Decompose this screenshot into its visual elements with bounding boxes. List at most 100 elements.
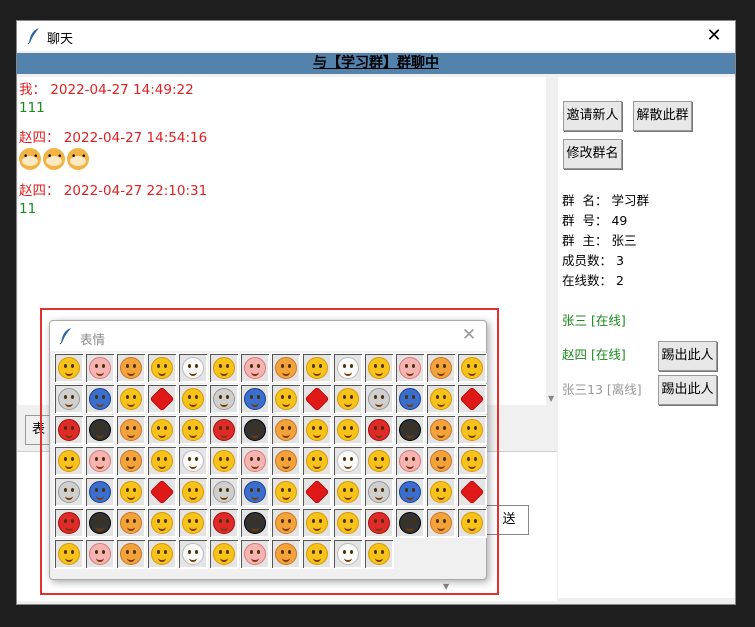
emoji-option[interactable] [364,539,394,569]
emoji-option[interactable] [457,508,487,538]
emoji-option[interactable] [426,353,456,383]
emoji-option[interactable] [209,477,239,507]
emoji-option[interactable] [54,384,84,414]
emoji-option[interactable] [54,508,84,538]
emoji-option[interactable] [457,384,487,414]
emoji-option[interactable] [116,353,146,383]
emoji-option[interactable] [364,415,394,445]
emoji-option[interactable] [178,446,208,476]
emoji-option[interactable] [426,384,456,414]
emoji-option[interactable] [271,446,301,476]
emoji-option[interactable] [426,446,456,476]
emoji-option[interactable] [395,384,425,414]
emoji-option[interactable] [178,477,208,507]
emoji-option[interactable] [302,353,332,383]
emoji-option[interactable] [271,539,301,569]
emoji-option[interactable] [333,353,363,383]
emoji-option[interactable] [54,415,84,445]
emoji-option[interactable] [333,446,363,476]
emoji-option[interactable] [147,415,177,445]
kick-member-button[interactable]: 踢出此人 [658,341,717,371]
emoji-option[interactable] [54,539,84,569]
emoji-option[interactable] [209,446,239,476]
emoji-option[interactable] [364,446,394,476]
emoji-option[interactable] [54,353,84,383]
emoji-option[interactable] [147,508,177,538]
emoji-option[interactable] [426,477,456,507]
emoji-option[interactable] [395,353,425,383]
dissolve-group-button[interactable]: 解散此群 [633,101,692,131]
emoji-option[interactable] [426,415,456,445]
emoji-option[interactable] [147,477,177,507]
emoji-option[interactable] [85,446,115,476]
emoji-option[interactable] [147,353,177,383]
emoji-option[interactable] [116,415,146,445]
emoji-option[interactable] [457,477,487,507]
emoji-option[interactable] [457,415,487,445]
emoji-option[interactable] [364,384,394,414]
emoji-option[interactable] [395,415,425,445]
emoji-option[interactable] [54,477,84,507]
kick-member-button[interactable]: 踢出此人 [658,375,717,405]
emoji-option[interactable] [178,353,208,383]
emoji-option[interactable] [209,384,239,414]
emoji-option[interactable] [209,415,239,445]
scroll-down-icon[interactable]: ▼ [548,394,554,403]
emoji-option[interactable] [116,539,146,569]
emoji-option[interactable] [457,446,487,476]
emoji-option[interactable] [333,415,363,445]
emoji-option[interactable] [116,508,146,538]
emoji-option[interactable] [364,477,394,507]
emoji-option[interactable] [116,477,146,507]
emoji-option[interactable] [85,353,115,383]
emoji-option[interactable] [364,508,394,538]
emoji-option[interactable] [395,446,425,476]
sidebar-scrollbar[interactable] [719,77,735,598]
emoji-option[interactable] [333,508,363,538]
emoji-option[interactable] [54,446,84,476]
emoji-option[interactable] [364,353,394,383]
emoji-option[interactable] [178,508,208,538]
emoji-option[interactable] [147,446,177,476]
emoji-option[interactable] [209,539,239,569]
emoji-option[interactable] [240,446,270,476]
emoji-option[interactable] [302,539,332,569]
emoji-option[interactable] [240,384,270,414]
emoji-option[interactable] [271,353,301,383]
emoji-option[interactable] [302,446,332,476]
emoji-option[interactable] [178,415,208,445]
emoji-option[interactable] [116,446,146,476]
emoji-option[interactable] [116,384,146,414]
emoji-option[interactable] [271,477,301,507]
close-icon[interactable]: ✕ [458,324,480,346]
emoji-option[interactable] [333,539,363,569]
emoji-option[interactable] [302,477,332,507]
emoji-option[interactable] [85,477,115,507]
emoji-option[interactable] [85,508,115,538]
emoji-option[interactable] [271,415,301,445]
invite-button[interactable]: 邀请新人 [563,101,622,131]
emoji-option[interactable] [302,384,332,414]
close-icon[interactable]: ✕ [701,24,727,48]
emoji-option[interactable] [85,415,115,445]
emoji-option[interactable] [178,384,208,414]
emoji-option[interactable] [271,384,301,414]
emoji-option[interactable] [240,539,270,569]
message-scrollbar[interactable]: ▼ [546,77,558,405]
emoji-option[interactable] [147,384,177,414]
rename-group-button[interactable]: 修改群名 [563,139,622,169]
emoji-option[interactable] [240,477,270,507]
emoji-option[interactable] [395,477,425,507]
emoji-option[interactable] [85,539,115,569]
emoji-option[interactable] [240,353,270,383]
emoji-option[interactable] [426,508,456,538]
emoji-option[interactable] [147,539,177,569]
emoji-option[interactable] [240,508,270,538]
emoji-option[interactable] [457,353,487,383]
emoji-option[interactable] [333,384,363,414]
emoji-option[interactable] [333,477,363,507]
emoji-option[interactable] [85,384,115,414]
emoji-option[interactable] [209,508,239,538]
emoji-option[interactable] [395,508,425,538]
emoji-option[interactable] [271,508,301,538]
